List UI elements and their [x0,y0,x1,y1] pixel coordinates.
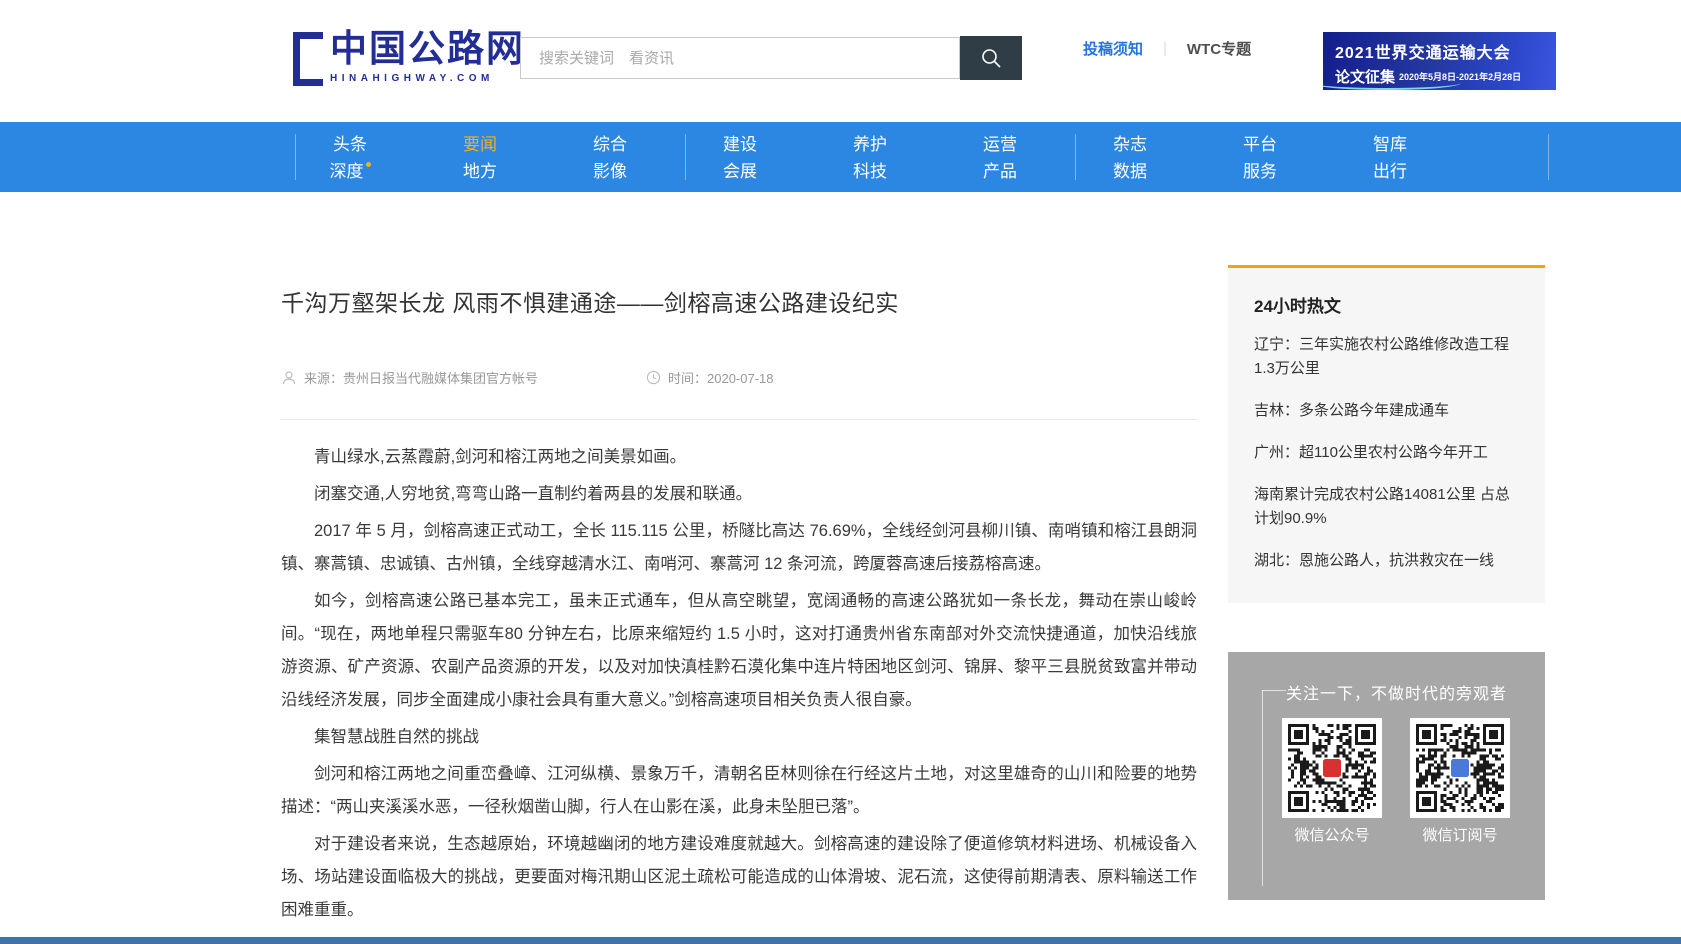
nav-item-keji[interactable]: 科技 [810,158,930,185]
footer-strip [0,937,1681,944]
nav-item-difang[interactable]: 地方 [420,158,540,185]
article-paragraph: 如今，剑榕高速公路已基本完工，虽未正式通车，但从高空眺望，宽阔通畅的高速公路犹如… [281,585,1197,717]
panel-decoration-line [1262,690,1286,691]
hot-article-link[interactable]: 广州：超110公里农村公路今年开工 [1254,441,1519,465]
nav-item-zazhi[interactable]: 杂志 [1070,131,1190,158]
nav-col-pingtai: 平台 服务 [1200,122,1320,192]
wtc-banner-ad[interactable]: 2021世界交通运输大会 论文征集2020年5月8日-2021年2月28日 [1323,32,1556,90]
main-nav: 头条 深度 要闻 地方 综合 影像 建设 会展 养护 科技 运营 产品 杂志 数… [0,122,1681,192]
nav-item-zhiku[interactable]: 智库 [1330,131,1450,158]
nav-col-jianshe: 建设 会展 [680,122,800,192]
nav-divider [295,134,296,180]
logo-bracket-icon [293,32,323,86]
follow-panel-title: 关注一下，不做时代的旁观者 [1286,680,1507,704]
hot-article-link[interactable]: 辽宁：三年实施农村公路维修改造工程1.3万公里 [1254,333,1519,381]
article-source: 来源：贵州日报当代融媒体集团官方帐号 [304,368,538,387]
qr-label-subscription: 微信订阅号 [1410,824,1510,845]
page: 中国公路网 HINAHIGHWAY.COM 投稿须知 | WTC专题 2021世… [0,0,1681,944]
submission-guide-link[interactable]: 投稿须知 [1083,38,1143,59]
logo-domain: HINAHIGHWAY.COM [330,73,525,84]
site-header: 中国公路网 HINAHIGHWAY.COM 投稿须知 | WTC专题 2021世… [0,0,1681,122]
search-button[interactable] [960,36,1022,80]
nav-item-yanghu[interactable]: 养护 [810,131,930,158]
nav-item-yaowen-active[interactable]: 要闻 [420,131,540,158]
nav-item-fuwu[interactable]: 服务 [1200,158,1320,185]
hot-articles-panel: 24小时热文 辽宁：三年实施农村公路维修改造工程1.3万公里 吉林：多条公路今年… [1228,265,1545,603]
banner-title: 2021世界交通运输大会 [1335,39,1546,63]
search-input[interactable] [520,37,960,79]
banner-swoosh-decoration [1323,76,1461,90]
article-paragraph: 2017 年 5 月，剑榕高速正式动工，全长 115.115 公里，桥隧比高达 … [281,515,1197,581]
article-title: 千沟万壑架长龙 风雨不惧建通途——剑榕高速公路建设纪实 [281,284,1197,318]
hot-article-link[interactable]: 海南累计完成农村公路14081公里 占总计划90.9% [1254,483,1519,531]
nav-item-toutiao[interactable]: 头条 [290,131,410,158]
hot-panel-title: 24小时热文 [1254,292,1519,317]
nav-col-zonghe: 综合 影像 [550,122,670,192]
logo-title: 中国公路网 [330,28,525,70]
nav-item-yingxiang[interactable]: 影像 [550,158,670,185]
nav-item-huizhan[interactable]: 会展 [680,158,800,185]
nav-col-zhiku: 智库 出行 [1330,122,1450,192]
nav-col-zazhi: 杂志 数据 [1070,122,1190,192]
wechat-follow-panel: 关注一下，不做时代的旁观者 [1228,652,1545,900]
nav-item-zonghe[interactable]: 综合 [550,131,670,158]
nav-item-chanpin[interactable]: 产品 [940,158,1060,185]
article-paragraph: 对于建设者来说，生态越原始，环境越幽闭的地方建设难度就越大。剑榕高速的建设除了便… [281,828,1197,927]
search-icon [979,46,1003,70]
wechat-public-qr-code [1282,718,1382,818]
nav-divider [1075,134,1076,180]
article-paragraph: 闭塞交通,人穷地贫,弯弯山路一直制约着两县的发展和联通。 [281,478,1197,511]
article-time: 时间：2020-07-18 [668,368,774,387]
links-separator: | [1163,40,1167,57]
article-meta: 来源：贵州日报当代融媒体集团官方帐号 时间：2020-07-18 [281,368,774,387]
meta-divider [281,419,1197,420]
hot-article-link[interactable]: 湖北：恩施公路人，抗洪救灾在一线 [1254,549,1519,573]
nav-divider [685,134,686,180]
qr-label-public: 微信公众号 [1282,824,1382,845]
nav-item-chuxing[interactable]: 出行 [1330,158,1450,185]
nav-item-pingtai[interactable]: 平台 [1200,131,1320,158]
new-dot-icon [366,162,371,167]
clock-icon [646,370,661,385]
nav-item-shendu[interactable]: 深度 [290,158,410,185]
wtc-topic-link[interactable]: WTC专题 [1187,38,1251,59]
nav-item-yunying[interactable]: 运营 [940,131,1060,158]
nav-col-yunying: 运营 产品 [940,122,1060,192]
article-paragraph: 剑河和榕江两地之间重峦叠嶂、江河纵横、景象万千，清朝名臣林则徐在行经这片土地，对… [281,758,1197,824]
nav-divider [1548,134,1549,180]
header-links: 投稿须知 | WTC专题 [1083,38,1251,59]
site-logo[interactable]: 中国公路网 HINAHIGHWAY.COM [293,28,525,86]
article-paragraph: 集智慧战胜自然的挑战 [281,721,1197,754]
hot-article-link[interactable]: 吉林：多条公路今年建成通车 [1254,399,1519,423]
article-paragraph: 青山绿水,云蒸霞蔚,剑河和榕江两地之间美景如画。 [281,441,1197,474]
nav-col-toutiao: 头条 深度 [290,122,410,192]
wechat-subscription-qr-code [1410,718,1510,818]
nav-col-yanghu: 养护 科技 [810,122,930,192]
nav-item-shuju[interactable]: 数据 [1070,158,1190,185]
panel-decoration-line [1262,690,1263,886]
nav-item-jianshe[interactable]: 建设 [680,131,800,158]
article-body: 青山绿水,云蒸霞蔚,剑河和榕江两地之间美景如画。 闭塞交通,人穷地贫,弯弯山路一… [281,441,1197,941]
author-icon [281,370,297,386]
nav-col-yaowen: 要闻 地方 [420,122,540,192]
